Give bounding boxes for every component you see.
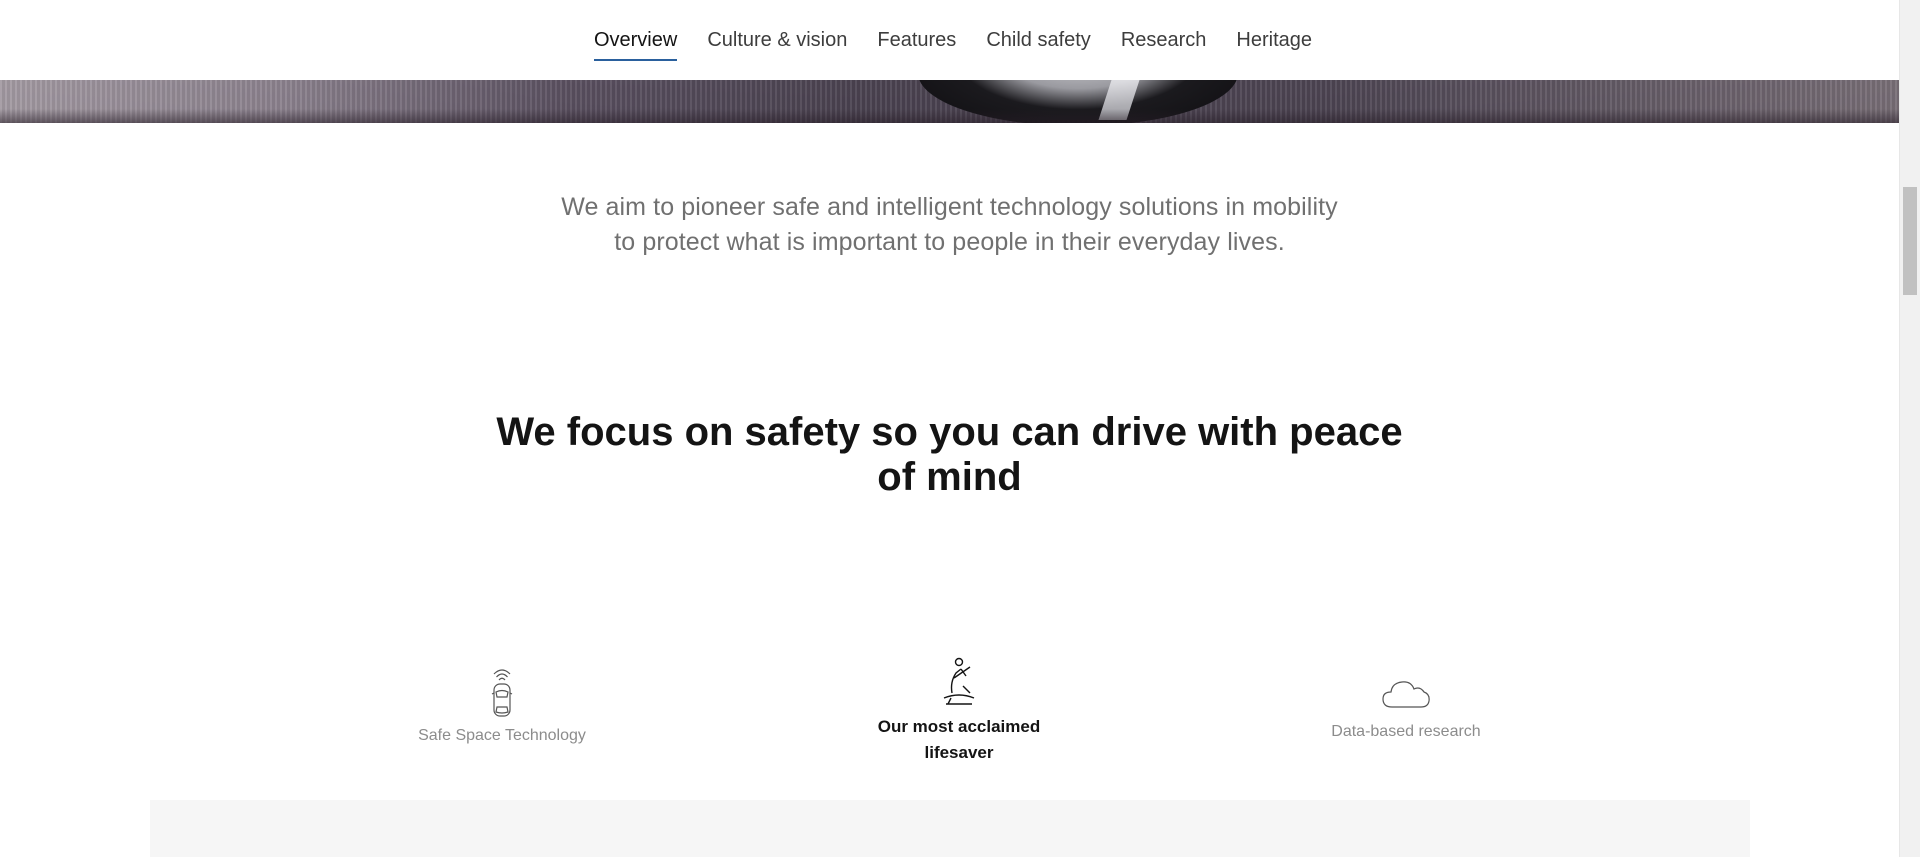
subnav-item-features[interactable]: Features [862, 28, 971, 61]
feature-tab-label: Our most acclaimed lifesaver [869, 714, 1049, 766]
car-signal-icon [372, 665, 632, 719]
feature-tab-label-line-2: lifesaver [924, 743, 994, 762]
section-heading-line-2: of mind [877, 455, 1022, 499]
feature-tab-safe-space[interactable]: Safe Space Technology [372, 665, 632, 749]
section-subnav: Overview Culture & vision Features Child… [0, 0, 1899, 80]
intro-text: We aim to pioneer safe and intelligent t… [0, 190, 1899, 260]
feature-content-panel [150, 800, 1750, 857]
subnav-item-research[interactable]: Research [1106, 28, 1222, 61]
feature-tab-label-line-1: Our most acclaimed [877, 717, 1041, 736]
subnav-item-culture-vision[interactable]: Culture & vision [692, 28, 862, 61]
page-viewport: Overview Culture & vision Features Child… [0, 0, 1920, 857]
intro-line-2: to protect what is important to people i… [614, 228, 1285, 256]
section-heading-line-1: We focus on safety so you can drive with… [496, 410, 1403, 454]
feature-tab-label: Data-based research [1331, 723, 1481, 740]
feature-tab-label: Safe Space Technology [418, 727, 586, 744]
cloud-icon [1276, 675, 1536, 711]
seatbelt-icon [829, 656, 1089, 706]
subnav-list: Overview Culture & vision Features Child… [579, 28, 1327, 61]
subnav-item-heritage[interactable]: Heritage [1221, 28, 1327, 61]
hero-image [0, 80, 1899, 123]
feature-tab-seatbelt[interactable]: Our most acclaimed lifesaver [829, 656, 1089, 766]
feature-tabs: Safe Space Technology Our most acclaimed… [0, 650, 1899, 780]
page-scrollbar[interactable] [1899, 0, 1920, 857]
subnav-item-overview[interactable]: Overview [579, 28, 692, 61]
feature-tab-data-research[interactable]: Data-based research [1276, 675, 1536, 745]
page-scrollbar-thumb[interactable] [1903, 187, 1917, 295]
section-heading: We focus on safety so you can drive with… [0, 410, 1899, 500]
hero-image-shadow [0, 109, 1899, 123]
intro-line-1: We aim to pioneer safe and intelligent t… [561, 193, 1338, 221]
subnav-item-child-safety[interactable]: Child safety [971, 28, 1106, 61]
